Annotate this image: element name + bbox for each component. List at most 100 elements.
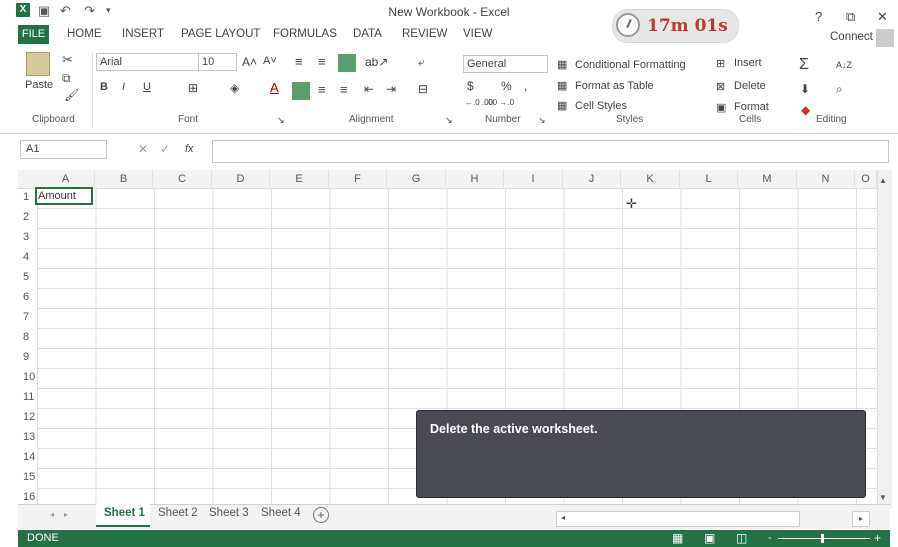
normal-view-icon[interactable]: ▦ [672,531,683,545]
merge-center-icon[interactable]: ⊟ [418,82,428,96]
alignment-dialog-launcher-icon[interactable]: ↘ [445,115,453,126]
page-layout-view-icon[interactable]: ▣ [704,531,715,545]
insert-cells-icon[interactable]: ⊞ [716,57,725,70]
column-header-o[interactable]: O [855,170,877,188]
formula-input[interactable] [212,140,889,163]
row-header-3[interactable]: 3 [18,227,37,247]
avatar[interactable] [876,29,894,47]
row-header-9[interactable]: 9 [18,347,37,367]
column-header-b[interactable]: B [95,170,153,188]
row-header-2[interactable]: 2 [18,207,37,227]
autosum-icon[interactable]: Σ [799,56,809,74]
paste-icon[interactable] [26,52,50,76]
row-header-7[interactable]: 7 [18,307,37,327]
align-center-icon[interactable]: ≡ [318,82,326,97]
borders-icon[interactable]: ⊞ [188,81,198,95]
column-header-k[interactable]: K [621,170,680,188]
row-header-6[interactable]: 6 [18,287,37,307]
tab-data[interactable]: DATA [353,28,382,40]
tab-formulas[interactable]: FORMULAS [273,28,337,40]
scroll-down-icon[interactable]: ▼ [879,493,887,502]
insert-cells-button[interactable]: Insert [734,57,762,69]
align-bottom-icon[interactable] [338,54,356,72]
column-header-j[interactable]: J [563,170,621,188]
name-box[interactable]: A1 [20,140,107,159]
help-button[interactable]: ? [815,9,822,24]
sheet-tab-2[interactable]: Sheet 2 [158,507,198,519]
currency-button[interactable]: $ [467,79,474,93]
number-dialog-launcher-icon[interactable]: ↘ [538,115,546,126]
column-header-h[interactable]: H [446,170,504,188]
align-top-icon[interactable]: ≡ [295,54,303,69]
cancel-icon[interactable]: ✕ [138,142,148,156]
row-header-8[interactable]: 8 [18,327,37,347]
column-header-g[interactable]: G [387,170,446,188]
bold-button[interactable]: B [100,81,108,93]
conditional-formatting-icon[interactable]: ▦ [557,58,567,71]
column-header-i[interactable]: I [504,170,563,188]
horizontal-scrollbar[interactable] [556,511,800,527]
comma-button[interactable]: , [524,79,527,93]
prev-sheet-icon[interactable]: ◂ [50,510,54,519]
increase-indent-icon[interactable]: ⇥ [386,82,396,96]
decrease-indent-icon[interactable]: ⇤ [364,82,374,96]
format-painter-icon[interactable]: 🖌 [64,88,79,102]
align-middle-icon[interactable]: ≡ [318,54,326,69]
fill-color-icon[interactable]: ◈ [230,81,239,95]
format-as-table-button[interactable]: Format as Table [575,80,654,92]
decrease-font-icon[interactable]: A˅ [263,55,277,67]
close-button[interactable]: ✕ [877,9,888,25]
paste-button[interactable]: Paste [25,79,53,91]
align-right-icon[interactable]: ≡ [340,82,348,97]
row-header-14[interactable]: 14 [18,447,37,467]
row-header-13[interactable]: 13 [18,427,37,447]
add-sheet-icon[interactable]: + [313,507,329,523]
column-header-l[interactable]: L [680,170,738,188]
cell-a1[interactable]: Amount [35,187,93,205]
scroll-right-icon[interactable]: ▸ [852,511,870,527]
format-cells-button[interactable]: Format [734,101,769,113]
enter-icon[interactable]: ✓ [160,142,170,156]
tab-view[interactable]: VIEW [463,28,492,40]
conditional-formatting-button[interactable]: Conditional Formatting [575,59,686,71]
row-header-15[interactable]: 15 [18,467,37,487]
format-cells-icon[interactable]: ▣ [716,101,726,114]
zoom-in-icon[interactable]: + [874,531,881,545]
scroll-up-icon[interactable]: ▲ [879,176,887,185]
percent-button[interactable]: % [501,79,512,93]
underline-button[interactable]: U [143,81,151,93]
row-header-11[interactable]: 11 [18,387,37,407]
tab-home[interactable]: HOME [67,28,102,40]
restore-button[interactable]: ⧉ [846,9,855,25]
sheet-tab-4[interactable]: Sheet 4 [261,507,301,519]
font-size-select[interactable]: 10 [198,53,237,71]
scroll-left-icon[interactable]: ◂ [561,513,565,522]
zoom-slider-thumb[interactable] [821,534,824,543]
format-as-table-icon[interactable]: ▦ [557,79,567,92]
color-swatch[interactable] [292,82,310,100]
fill-icon[interactable]: ⬇ [800,82,810,96]
column-header-n[interactable]: N [797,170,855,188]
number-format-select[interactable]: General [463,55,548,73]
font-color-icon[interactable]: A [270,80,279,95]
copy-icon[interactable]: ⧉ [62,71,71,86]
decrease-decimal-button[interactable]: .00 →.0 [486,98,514,107]
column-header-f[interactable]: F [329,170,387,188]
font-name-select[interactable]: Arial [96,53,201,71]
row-header-12[interactable]: 12 [18,407,37,427]
sort-filter-icon[interactable]: A↓Z [836,60,852,70]
font-dialog-launcher-icon[interactable]: ↘ [277,115,285,126]
row-header-4[interactable]: 4 [18,247,37,267]
tab-page-layout[interactable]: PAGE LAYOUT [181,28,260,40]
insert-function-icon[interactable]: fx [185,143,194,155]
column-header-c[interactable]: C [153,170,212,188]
clear-icon[interactable]: ◆ [801,103,810,117]
cut-icon[interactable]: ✂ [62,52,73,68]
increase-font-icon[interactable]: A˄ [242,55,257,69]
find-select-icon[interactable]: ⌕ [836,82,843,97]
tab-insert[interactable]: INSERT [122,28,164,40]
delete-cells-icon[interactable]: ⊠ [716,80,725,93]
sheet-tab-1[interactable]: Sheet 1 [104,507,145,519]
orientation-icon[interactable]: ab↗ [365,55,388,69]
column-header-d[interactable]: D [212,170,270,188]
